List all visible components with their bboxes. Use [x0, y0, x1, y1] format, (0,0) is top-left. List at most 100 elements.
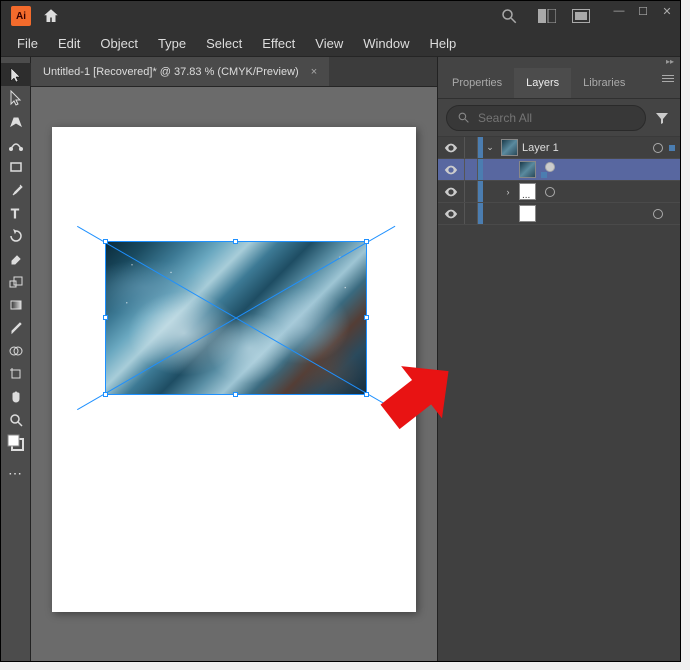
minimize-button[interactable]: — [610, 3, 628, 19]
titlebar: Ai — ☐ ✕ [1, 1, 680, 31]
visibility-toggle[interactable] [438, 185, 464, 199]
visibility-toggle[interactable] [438, 163, 464, 177]
linked-image-object[interactable] [105, 241, 367, 395]
menu-window[interactable]: Window [353, 32, 419, 55]
menu-edit[interactable]: Edit [48, 32, 90, 55]
visibility-toggle[interactable] [438, 207, 464, 221]
transform-handle-tl[interactable] [103, 239, 108, 244]
target-icon[interactable] [648, 209, 668, 219]
document-tab-label: Untitled-1 [Recovered]* @ 37.83 % (CMYK/… [43, 66, 299, 78]
home-icon[interactable] [37, 2, 65, 30]
layers-search-input[interactable] [478, 111, 635, 125]
visibility-toggle[interactable] [438, 141, 464, 155]
close-document-icon[interactable]: × [311, 66, 317, 78]
transform-handle-br[interactable] [364, 392, 369, 397]
layers-search-row [438, 99, 680, 137]
rectangle-tool[interactable] [1, 155, 31, 178]
image-content [106, 242, 366, 394]
lock-column[interactable] [464, 181, 478, 202]
direct-selection-tool[interactable] [1, 86, 31, 109]
close-button[interactable]: ✕ [658, 3, 676, 19]
filter-icon[interactable] [652, 108, 672, 128]
lock-column[interactable] [464, 159, 478, 180]
tab-properties[interactable]: Properties [440, 68, 514, 98]
transform-handle-ml[interactable] [103, 315, 108, 320]
type-tool[interactable]: T [1, 201, 31, 224]
layer-thumbnail [519, 161, 536, 178]
menu-file[interactable]: File [7, 32, 48, 55]
layer-thumbnail [501, 139, 518, 156]
fill-stroke-swatch[interactable] [1, 431, 31, 454]
target-icon[interactable] [540, 162, 560, 172]
panels: ▸▸ Properties Layers Libraries ⌄Layer 1 › [437, 57, 680, 661]
tab-layers[interactable]: Layers [514, 68, 571, 98]
rotate-tool[interactable] [1, 224, 31, 247]
zoom-tool[interactable] [1, 408, 31, 431]
transform-handle-bc[interactable] [233, 392, 238, 397]
menu-object[interactable]: Object [90, 32, 148, 55]
screen-mode-icon[interactable] [566, 2, 596, 30]
lock-column[interactable] [464, 203, 478, 224]
toolbar: T ⋯ [1, 57, 31, 661]
artboard [52, 127, 416, 612]
selection-indicator [668, 145, 680, 151]
paintbrush-tool[interactable] [1, 178, 31, 201]
app-logo: Ai [11, 6, 31, 26]
selection-tool[interactable] [1, 63, 31, 86]
eyedropper-tool[interactable] [1, 316, 31, 339]
target-icon[interactable] [648, 143, 668, 153]
chevron-down-icon[interactable]: ⌄ [483, 142, 497, 153]
search-icon[interactable] [494, 1, 524, 31]
arrange-documents-icon[interactable] [532, 2, 562, 30]
edit-toolbar-icon[interactable]: ⋯ [1, 462, 31, 485]
gradient-tool[interactable] [1, 293, 31, 316]
menu-select[interactable]: Select [196, 32, 252, 55]
shape-builder-tool[interactable] [1, 339, 31, 362]
layer-color-bar [478, 181, 483, 202]
document-tabs: Untitled-1 [Recovered]* @ 37.83 % (CMYK/… [31, 57, 437, 87]
curvature-tool[interactable] [1, 132, 31, 155]
layer-row[interactable]: ⌄Layer 1 [438, 137, 680, 159]
canvas-viewport[interactable] [31, 87, 437, 661]
application-frame: Ai — ☐ ✕ File Edit Object Type Select Ef… [0, 0, 681, 662]
layers-list: ⌄Layer 1 › [438, 137, 680, 661]
layers-search-box[interactable] [446, 105, 646, 131]
selection-indicator [540, 172, 552, 178]
layer-color-bar [478, 159, 483, 180]
artboard-tool[interactable] [1, 362, 31, 385]
window-controls: — ☐ ✕ [610, 1, 676, 31]
panel-tabs: Properties Layers Libraries [438, 65, 680, 99]
transform-handle-tc[interactable] [233, 239, 238, 244]
menu-view[interactable]: View [305, 32, 353, 55]
menu-type[interactable]: Type [148, 32, 196, 55]
hand-tool[interactable] [1, 385, 31, 408]
transform-handle-bl[interactable] [103, 392, 108, 397]
maximize-button[interactable]: ☐ [634, 3, 652, 19]
canvas-area: Untitled-1 [Recovered]* @ 37.83 % (CMYK/… [31, 57, 437, 661]
panel-collapse-icon[interactable]: ▸▸ [438, 57, 680, 65]
document-tab[interactable]: Untitled-1 [Recovered]* @ 37.83 % (CMYK/… [31, 57, 329, 86]
chevron-right-icon[interactable]: › [501, 187, 515, 197]
transform-handle-mr[interactable] [364, 315, 369, 320]
eraser-tool[interactable] [1, 247, 31, 270]
svg-text:T: T [11, 206, 19, 220]
panel-menu-icon[interactable] [662, 75, 674, 82]
tab-libraries[interactable]: Libraries [571, 68, 637, 98]
layer-name [540, 162, 680, 178]
layer-row[interactable]: › [438, 181, 680, 203]
layer-thumbnail [519, 183, 536, 200]
target-icon[interactable] [540, 187, 560, 197]
menubar: File Edit Object Type Select Effect View… [1, 31, 680, 57]
menu-help[interactable]: Help [419, 32, 466, 55]
layer-thumbnail [519, 205, 536, 222]
menu-effect[interactable]: Effect [252, 32, 305, 55]
pen-tool[interactable] [1, 109, 31, 132]
transform-handle-tr[interactable] [364, 239, 369, 244]
layer-color-bar [478, 203, 483, 224]
workspace: T ⋯ Untitled-1 [Recovered]* @ 37.83 % (C… [1, 57, 680, 661]
layer-name [540, 187, 680, 197]
layer-row[interactable] [438, 203, 680, 225]
lock-column[interactable] [464, 137, 478, 158]
scale-tool[interactable] [1, 270, 31, 293]
layer-row[interactable] [438, 159, 680, 181]
